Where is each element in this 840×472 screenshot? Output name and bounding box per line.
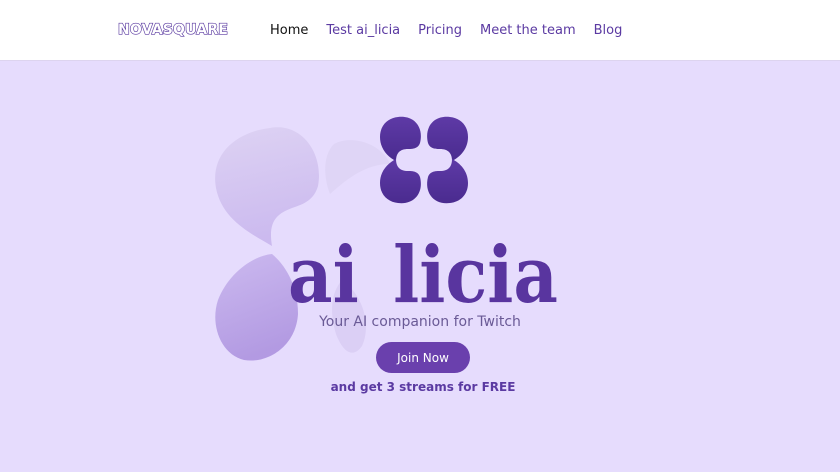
hero-tagline: Your AI companion for Twitch [319, 314, 521, 330]
nav-item-meet-the-team[interactable]: Meet the team [480, 22, 576, 40]
product-name-text: ai_licia [288, 230, 558, 310]
join-now-button[interactable]: Join Now [376, 342, 470, 373]
main-nav: Home Test ai_licia Pricing Meet the team… [270, 22, 640, 40]
product-wordmark: ai_licia [288, 230, 558, 310]
nav-item-blog[interactable]: Blog [594, 22, 623, 40]
top-navbar: NOVASQUARE Home Test ai_licia Pricing Me… [0, 0, 840, 61]
nav-item-home[interactable]: Home [270, 22, 308, 40]
free-streams-note: and get 3 streams for FREE [330, 380, 516, 394]
nav-item-pricing[interactable]: Pricing [418, 22, 462, 40]
nav-item-test-ai-licia[interactable]: Test ai_licia [326, 22, 400, 40]
brand-logo[interactable]: NOVASQUARE [117, 21, 228, 39]
four-petal-flower-icon [380, 116, 468, 204]
